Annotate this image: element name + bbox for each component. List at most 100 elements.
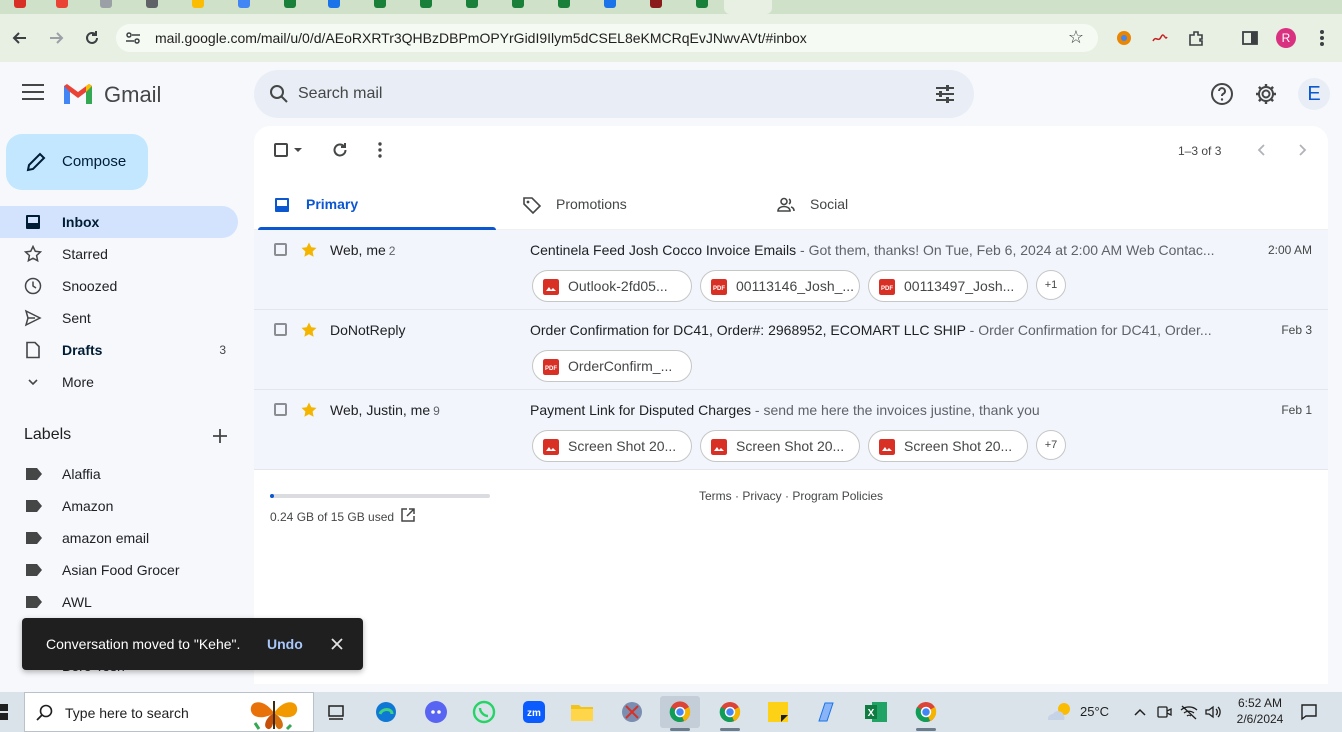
- sidebar-label-amazon-email[interactable]: amazon email: [0, 522, 238, 554]
- sidebar-label-amazon[interactable]: Amazon: [0, 490, 238, 522]
- sidebar-item-inbox[interactable]: Inbox: [0, 206, 238, 238]
- email-row[interactable]: DoNotReply Order Confirmation for DC41, …: [254, 310, 1328, 390]
- zoom-icon[interactable]: zm: [514, 696, 554, 728]
- meet-now-icon[interactable]: [1156, 704, 1172, 720]
- extension-signature-icon[interactable]: [1146, 24, 1174, 52]
- bookmark-star-icon[interactable]: ☆: [1068, 27, 1084, 48]
- row-checkbox[interactable]: [274, 243, 287, 256]
- older-chevron-right-icon[interactable]: [1292, 140, 1312, 160]
- edge-browser-icon[interactable]: [366, 696, 406, 728]
- chrome-profile-r-icon[interactable]: [660, 696, 700, 731]
- undo-button[interactable]: Undo: [267, 636, 303, 652]
- help-icon[interactable]: [1210, 82, 1234, 106]
- search-input[interactable]: [298, 82, 898, 106]
- system-clock[interactable]: 6:52 AM 2/6/2024: [1232, 695, 1288, 727]
- reload-icon[interactable]: [78, 24, 106, 52]
- tab-favicon-6[interactable]: [238, 0, 250, 8]
- excel-icon[interactable]: X: [856, 696, 896, 728]
- tab-favicon-13[interactable]: [558, 0, 570, 8]
- task-view-icon[interactable]: [316, 696, 356, 728]
- refresh-icon[interactable]: [330, 140, 350, 160]
- select-all-checkbox[interactable]: [272, 140, 292, 160]
- sidebar-item-snoozed[interactable]: Snoozed: [0, 270, 238, 302]
- tab-social[interactable]: Social: [758, 182, 1000, 230]
- sidebar-item-drafts[interactable]: Drafts 3: [0, 334, 238, 366]
- gmail-wordmark[interactable]: Gmail: [104, 82, 161, 108]
- settings-gear-icon[interactable]: [1254, 82, 1278, 106]
- tab-favicon-14[interactable]: [604, 0, 616, 8]
- attachment-chip[interactable]: Outlook-2fd05...: [532, 270, 692, 302]
- tab-favicon-15[interactable]: [650, 0, 662, 8]
- taskbar-search-box[interactable]: Type here to search: [24, 692, 314, 732]
- site-info-icon[interactable]: [124, 29, 142, 47]
- tab-favicon-1[interactable]: [14, 0, 26, 8]
- attachment-chip[interactable]: PDF 00113497_Josh...: [868, 270, 1028, 302]
- tab-favicon-4[interactable]: [146, 0, 158, 8]
- notification-center-icon[interactable]: [1300, 703, 1318, 721]
- starred-icon[interactable]: [300, 241, 318, 259]
- tab-favicon-11[interactable]: [466, 0, 478, 8]
- extension-color-icon[interactable]: [1110, 24, 1138, 52]
- side-panel-icon[interactable]: [1236, 24, 1264, 52]
- search-options-icon[interactable]: [934, 83, 956, 105]
- create-label-plus-icon[interactable]: [210, 426, 230, 446]
- sidebar-label-alaffia[interactable]: Alaffia: [0, 458, 238, 490]
- browser-profile-avatar[interactable]: R: [1276, 28, 1296, 48]
- more-attachments-badge[interactable]: +1: [1036, 270, 1066, 300]
- search-bar[interactable]: [254, 70, 974, 118]
- tab-favicon-3[interactable]: [100, 0, 112, 8]
- sidebar-item-more[interactable]: More: [0, 366, 238, 398]
- tab-primary[interactable]: Primary: [254, 182, 496, 230]
- tab-favicon-2[interactable]: [56, 0, 68, 8]
- sidebar-label-asian-food-grocer[interactable]: Asian Food Grocer: [0, 554, 238, 586]
- terms-link[interactable]: Terms: [699, 489, 732, 503]
- open-in-new-icon[interactable]: [400, 507, 416, 523]
- search-icon[interactable]: [268, 83, 290, 105]
- gmail-logo-icon[interactable]: [62, 82, 94, 106]
- address-bar[interactable]: mail.google.com/mail/u/0/d/AEoRXRTr3QHBz…: [116, 24, 1098, 52]
- account-avatar[interactable]: E: [1298, 78, 1330, 110]
- whatsapp-icon[interactable]: [464, 696, 504, 728]
- file-explorer-icon[interactable]: [562, 696, 602, 728]
- sidebar-item-sent[interactable]: Sent: [0, 302, 238, 334]
- url-text[interactable]: mail.google.com/mail/u/0/d/AEoRXRTr3QHBz…: [155, 30, 807, 46]
- tab-favicon-10[interactable]: [420, 0, 432, 8]
- notepad-icon[interactable]: [806, 696, 846, 728]
- close-icon[interactable]: [328, 635, 346, 653]
- show-hidden-icons-chevron-icon[interactable]: [1132, 704, 1148, 720]
- attachment-chip[interactable]: Screen Shot 20...: [700, 430, 860, 462]
- active-tab[interactable]: [724, 0, 772, 14]
- row-checkbox[interactable]: [274, 323, 287, 336]
- windows-start-icon[interactable]: [0, 702, 10, 722]
- browser-menu-icon[interactable]: [1308, 24, 1336, 52]
- chrome-profile-r2-icon[interactable]: [906, 696, 946, 731]
- starred-icon[interactable]: [300, 401, 318, 419]
- newer-chevron-left-icon[interactable]: [1252, 140, 1272, 160]
- tab-promotions[interactable]: Promotions: [504, 182, 746, 230]
- row-checkbox[interactable]: [274, 403, 287, 416]
- main-menu-icon[interactable]: [22, 84, 44, 104]
- weather-temperature[interactable]: 25°C: [1080, 704, 1109, 719]
- starred-icon[interactable]: [300, 321, 318, 339]
- weather-cloud-sun-icon[interactable]: [1044, 700, 1074, 724]
- tab-favicon-16[interactable]: [696, 0, 708, 8]
- tab-favicon-7[interactable]: [284, 0, 296, 8]
- compose-button[interactable]: Compose: [6, 134, 148, 190]
- network-offline-icon[interactable]: [1180, 704, 1198, 720]
- tab-favicon-5[interactable]: [192, 0, 204, 8]
- attachment-chip[interactable]: Screen Shot 20...: [532, 430, 692, 462]
- volume-icon[interactable]: [1204, 704, 1222, 720]
- email-row[interactable]: Web, Justin, me 9 Payment Link for Disput…: [254, 390, 1328, 470]
- tab-favicon-9[interactable]: [374, 0, 386, 8]
- attachment-chip[interactable]: Screen Shot 20...: [868, 430, 1028, 462]
- extensions-puzzle-icon[interactable]: [1182, 24, 1210, 52]
- select-dropdown-arrow-icon[interactable]: [292, 140, 304, 160]
- sidebar-label-awl[interactable]: AWL: [0, 586, 238, 618]
- back-icon[interactable]: [6, 24, 34, 52]
- chrome-profile-photo-icon[interactable]: [710, 696, 750, 731]
- more-attachments-badge[interactable]: +7: [1036, 430, 1066, 460]
- attachment-chip[interactable]: PDF OrderConfirm_...: [532, 350, 692, 382]
- email-row[interactable]: Web, me 2 Centinela Feed Josh Cocco Invoi…: [254, 230, 1328, 310]
- discord-icon[interactable]: [416, 696, 456, 728]
- snipping-tool-icon[interactable]: [612, 696, 652, 728]
